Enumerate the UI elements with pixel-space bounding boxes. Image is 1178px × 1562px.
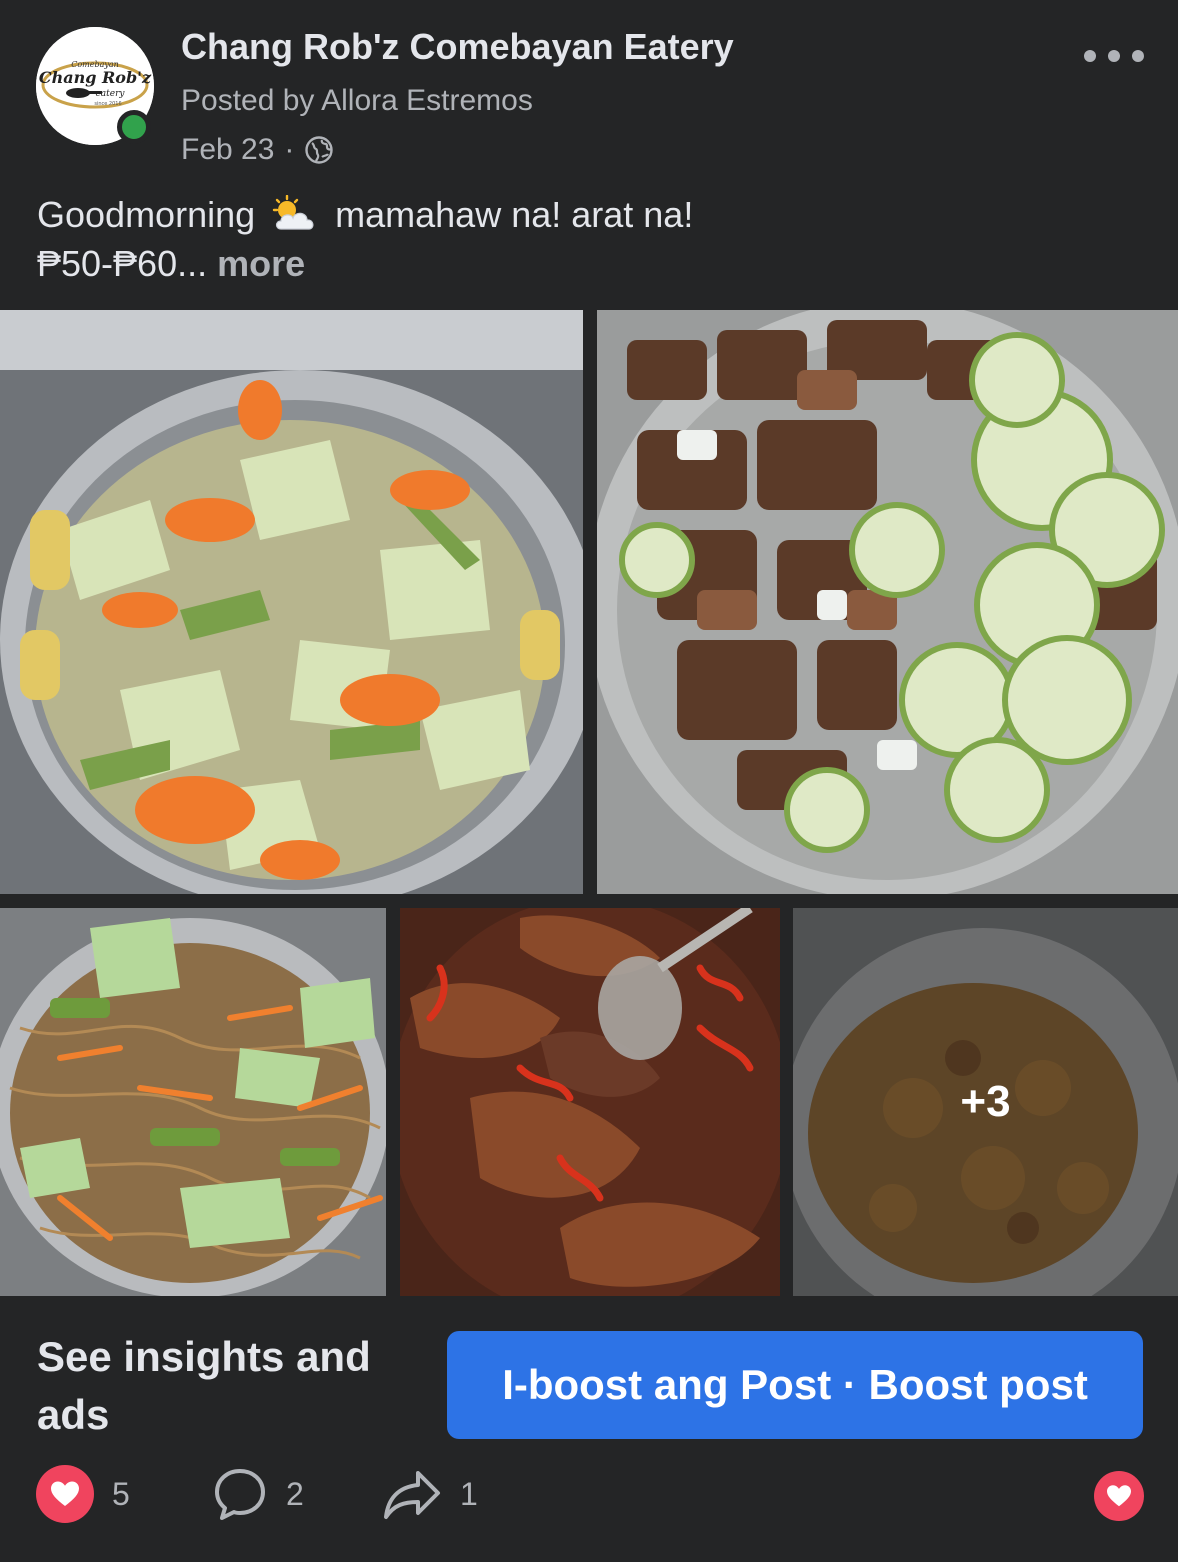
fish-in-sauce-photo[interactable] — [400, 908, 780, 1296]
caption-greeting: Goodmorning — [37, 194, 256, 235]
page-name[interactable]: Chang Rob'z Comebayan Eatery — [181, 26, 734, 68]
reaction-heart-icon[interactable] — [1094, 1471, 1144, 1521]
dot — [1108, 50, 1120, 62]
heart-icon — [36, 1465, 94, 1523]
share-count: 1 — [460, 1475, 478, 1512]
boost-post-button[interactable]: I-boost ang Post · Boost post — [447, 1331, 1143, 1439]
globe-icon[interactable] — [304, 135, 334, 165]
post-caption: Goodmorning mamahaw na! arat na! ₱50-₱60… — [37, 190, 1137, 288]
posted-by-text[interactable]: Posted by Allora Estremos — [181, 84, 533, 118]
share-icon — [384, 1471, 440, 1519]
photo-gallery: +3 — [0, 310, 1178, 1296]
svg-text:Chang Rob'z: Chang Rob'z — [39, 68, 152, 87]
sun-behind-cloud-icon — [272, 194, 314, 230]
post-header: Comebayan Chang Rob'z eatery since 2016 … — [0, 0, 1178, 180]
meta-separator: · — [284, 133, 295, 166]
post-meta: Feb 23 · — [181, 130, 334, 170]
more-options-icon[interactable] — [1084, 38, 1144, 74]
dot — [1132, 50, 1144, 62]
svg-text:eatery: eatery — [95, 89, 125, 99]
comment-count: 2 — [286, 1475, 304, 1512]
pancit-noodles-photo[interactable] — [0, 908, 386, 1296]
caption-line-1: Goodmorning mamahaw na! arat na! — [37, 190, 1137, 239]
comment-icon — [215, 1469, 265, 1520]
caption-message: mamahaw na! arat na! — [335, 194, 694, 235]
post-actions-bar: 5 2 1 — [0, 1462, 1178, 1526]
like-action[interactable]: 5 — [36, 1462, 130, 1526]
caption-price: ₱50-₱60... — [37, 243, 208, 284]
curry-stew-photo[interactable]: +3 — [793, 908, 1178, 1296]
vegetable-chopsuey-photo[interactable] — [0, 310, 583, 894]
comment-action[interactable]: 2 — [212, 1462, 304, 1526]
like-count: 5 — [112, 1475, 130, 1512]
online-status-dot — [117, 110, 151, 144]
caption-line-2: ₱50-₱60... more — [37, 239, 1137, 288]
post-date[interactable]: Feb 23 — [181, 133, 274, 167]
see-more-link[interactable]: more — [217, 239, 305, 288]
share-action[interactable]: 1 — [382, 1462, 478, 1526]
pork-cucumber-salad-photo[interactable] — [597, 310, 1178, 894]
see-insights-link[interactable]: See insights and ads — [37, 1328, 417, 1444]
svg-text:since 2016: since 2016 — [94, 101, 121, 107]
dot — [1084, 50, 1096, 62]
more-photos-overlay[interactable]: +3 — [793, 908, 1178, 1296]
